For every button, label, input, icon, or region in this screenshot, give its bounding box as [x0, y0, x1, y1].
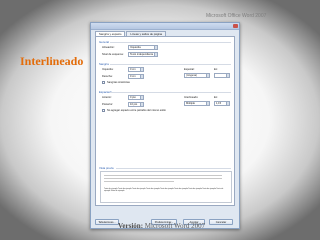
alineacion-select[interactable]: Izquierda	[128, 45, 158, 50]
nivel-esquema-label: Nivel de esquema:	[102, 53, 124, 56]
alineacion-label: Alineación:	[102, 46, 115, 49]
especial-select[interactable]: (ninguna)	[184, 73, 210, 78]
paragraph-dialog: Sangría y espacio Líneas y saltos de pág…	[90, 22, 240, 229]
no-agregar-label: No agregar espacio entre párrafos del mi…	[107, 109, 166, 112]
slide-caption: Versión: Microsoft Word 2007	[118, 222, 205, 230]
interlineado-en-spinner[interactable]: 1,15	[214, 101, 230, 106]
anterior-spinner[interactable]: 0 pto	[128, 95, 144, 100]
divider	[110, 92, 231, 93]
slide-title: Interlineado	[20, 54, 84, 68]
nivel-esquema-value: Texto independiente	[130, 53, 154, 56]
sangria-en-spinner[interactable]	[214, 73, 230, 78]
alineacion-value: Izquierda	[130, 46, 141, 49]
derecha-label: Derecha:	[102, 75, 113, 78]
spinner-arrows-icon	[140, 75, 143, 78]
derecha-spinner[interactable]: 0 cm	[128, 74, 144, 79]
chevron-down-icon	[154, 46, 157, 49]
preview-previous-line	[104, 175, 222, 176]
anterior-label: Anterior:	[102, 96, 112, 99]
divider	[110, 64, 231, 65]
section-general-title: General	[99, 40, 109, 44]
derecha-value: 0 cm	[130, 75, 136, 78]
close-icon[interactable]	[233, 24, 238, 28]
no-agregar-checkbox[interactable]	[102, 109, 105, 112]
interlineado-value: Múltiple	[186, 102, 195, 105]
posterior-label: Posterior:	[102, 103, 114, 106]
section-vista-previa-title: Vista previa	[99, 166, 114, 170]
spinner-arrows-icon	[226, 74, 229, 77]
interlineado-label: Interlineado:	[184, 96, 199, 99]
caption-prefix: Versión:	[118, 222, 144, 230]
especial-label: Especial:	[184, 68, 195, 71]
simetricas-label: Sangrías simétricas	[107, 81, 130, 84]
spinner-arrows-icon	[140, 96, 143, 99]
cancelar-button[interactable]: Cancelar	[209, 219, 233, 225]
posterior-value: 10 pto	[130, 103, 138, 106]
sangria-en-label: En:	[214, 68, 218, 71]
tabulaciones-button[interactable]: Tabulaciones...	[95, 219, 119, 225]
spinner-arrows-icon	[226, 102, 229, 105]
preview-sample-text: Texto de ejemplo Texto de ejemplo Texto …	[104, 188, 224, 193]
chevron-down-icon	[206, 74, 209, 77]
interlineado-select[interactable]: Múltiple	[184, 101, 210, 106]
interlineado-en-label: En:	[214, 96, 218, 99]
interlineado-en-value: 1,15	[216, 102, 222, 105]
caption-text: Microsoft Word 2007	[143, 222, 206, 230]
divider	[116, 168, 231, 169]
chevron-down-icon	[154, 53, 157, 56]
spinner-arrows-icon	[140, 103, 143, 106]
anterior-value: 0 pto	[130, 96, 136, 99]
preview-previous-line	[104, 181, 174, 182]
nivel-esquema-select[interactable]: Texto independiente	[128, 52, 158, 57]
izquierda-value: 0 cm	[130, 68, 136, 71]
spinner-arrows-icon	[140, 68, 143, 71]
izquierda-spinner[interactable]: 0 cm	[128, 67, 144, 72]
section-sangria-title: Sangría	[99, 62, 109, 66]
posterior-spinner[interactable]: 10 pto	[128, 102, 144, 107]
preview-previous-line	[104, 178, 222, 179]
dialog-titlebar	[91, 23, 239, 30]
preview-box: Texto de ejemplo Texto de ejemplo Texto …	[100, 171, 232, 203]
chevron-down-icon	[206, 102, 209, 105]
izquierda-label: Izquierda:	[102, 68, 114, 71]
especial-value: (ninguna)	[186, 74, 197, 77]
simetricas-checkbox[interactable]	[102, 81, 105, 84]
slide-header-text: Microsoft Office Word 2007	[206, 13, 267, 19]
divider	[110, 42, 231, 43]
tab-panel: General Alineación: Izquierda Nivel de e…	[95, 36, 235, 206]
